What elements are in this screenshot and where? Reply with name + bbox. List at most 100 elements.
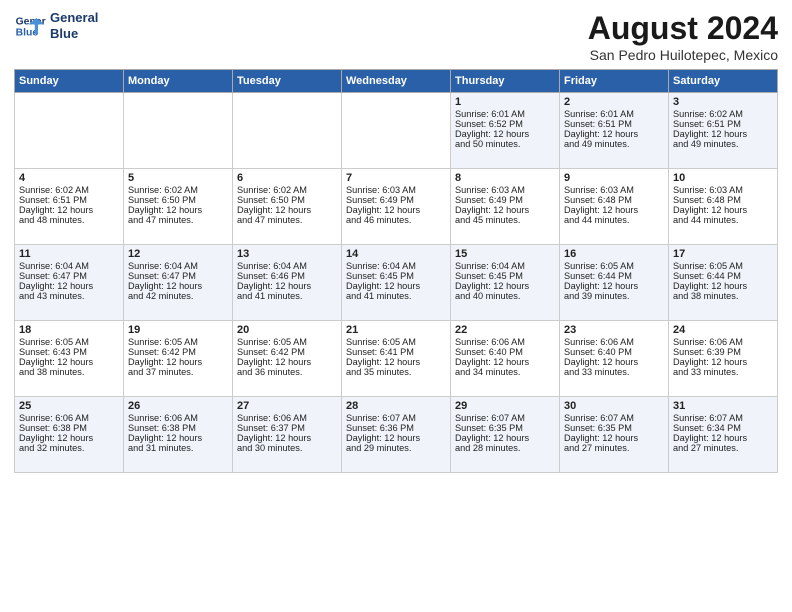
day-info: Sunset: 6:51 PM	[564, 119, 664, 129]
day-info: Sunrise: 6:06 AM	[237, 413, 337, 423]
day-number: 9	[564, 172, 664, 184]
day-info: Sunset: 6:42 PM	[128, 347, 228, 357]
day-info: Daylight: 12 hours	[128, 357, 228, 367]
day-info: and 40 minutes.	[455, 291, 555, 301]
day-info: and 49 minutes.	[673, 139, 773, 149]
col-header-saturday: Saturday	[669, 70, 778, 93]
day-info: Sunset: 6:44 PM	[673, 271, 773, 281]
day-info: Sunrise: 6:04 AM	[128, 261, 228, 271]
day-number: 27	[237, 400, 337, 412]
day-number: 6	[237, 172, 337, 184]
day-number: 7	[346, 172, 446, 184]
day-info: Sunrise: 6:07 AM	[564, 413, 664, 423]
day-info: Sunset: 6:42 PM	[237, 347, 337, 357]
day-number: 23	[564, 324, 664, 336]
day-info: Daylight: 12 hours	[346, 281, 446, 291]
calendar-cell	[342, 93, 451, 169]
day-info: Sunset: 6:50 PM	[237, 195, 337, 205]
day-info: Daylight: 12 hours	[673, 205, 773, 215]
day-info: Daylight: 12 hours	[455, 357, 555, 367]
day-info: Daylight: 12 hours	[237, 281, 337, 291]
col-header-wednesday: Wednesday	[342, 70, 451, 93]
day-info: Daylight: 12 hours	[237, 357, 337, 367]
day-info: Sunrise: 6:02 AM	[237, 185, 337, 195]
day-info: Daylight: 12 hours	[564, 357, 664, 367]
day-info: Sunrise: 6:06 AM	[455, 337, 555, 347]
day-number: 17	[673, 248, 773, 260]
day-info: Sunset: 6:50 PM	[128, 195, 228, 205]
day-info: Sunrise: 6:02 AM	[128, 185, 228, 195]
calendar-cell: 19Sunrise: 6:05 AMSunset: 6:42 PMDayligh…	[124, 321, 233, 397]
col-header-thursday: Thursday	[451, 70, 560, 93]
calendar-cell: 3Sunrise: 6:02 AMSunset: 6:51 PMDaylight…	[669, 93, 778, 169]
day-info: and 36 minutes.	[237, 367, 337, 377]
col-header-friday: Friday	[560, 70, 669, 93]
day-info: and 39 minutes.	[564, 291, 664, 301]
day-info: and 44 minutes.	[673, 215, 773, 225]
calendar-cell: 20Sunrise: 6:05 AMSunset: 6:42 PMDayligh…	[233, 321, 342, 397]
day-info: Daylight: 12 hours	[455, 205, 555, 215]
day-info: Daylight: 12 hours	[346, 357, 446, 367]
day-number: 14	[346, 248, 446, 260]
main-title: August 2024	[588, 10, 778, 47]
day-info: and 46 minutes.	[346, 215, 446, 225]
calendar-header-row: SundayMondayTuesdayWednesdayThursdayFrid…	[15, 70, 778, 93]
logo: General Blue General Blue	[14, 10, 98, 42]
day-info: and 44 minutes.	[564, 215, 664, 225]
calendar-cell: 14Sunrise: 6:04 AMSunset: 6:45 PMDayligh…	[342, 245, 451, 321]
day-info: Sunset: 6:45 PM	[346, 271, 446, 281]
day-number: 25	[19, 400, 119, 412]
day-number: 19	[128, 324, 228, 336]
calendar-cell: 24Sunrise: 6:06 AMSunset: 6:39 PMDayligh…	[669, 321, 778, 397]
day-info: Sunrise: 6:06 AM	[128, 413, 228, 423]
day-info: Sunrise: 6:02 AM	[19, 185, 119, 195]
calendar-cell: 17Sunrise: 6:05 AMSunset: 6:44 PMDayligh…	[669, 245, 778, 321]
day-info: and 48 minutes.	[19, 215, 119, 225]
day-info: Sunset: 6:48 PM	[564, 195, 664, 205]
calendar-cell: 13Sunrise: 6:04 AMSunset: 6:46 PMDayligh…	[233, 245, 342, 321]
calendar-cell: 30Sunrise: 6:07 AMSunset: 6:35 PMDayligh…	[560, 397, 669, 473]
calendar-cell: 7Sunrise: 6:03 AMSunset: 6:49 PMDaylight…	[342, 169, 451, 245]
day-info: and 41 minutes.	[237, 291, 337, 301]
page-header: General Blue General Blue August 2024 Sa…	[14, 10, 778, 63]
day-info: and 29 minutes.	[346, 443, 446, 453]
day-info: Sunset: 6:38 PM	[19, 423, 119, 433]
day-info: Daylight: 12 hours	[455, 129, 555, 139]
day-number: 26	[128, 400, 228, 412]
day-info: Sunset: 6:46 PM	[237, 271, 337, 281]
day-info: and 35 minutes.	[346, 367, 446, 377]
day-info: Daylight: 12 hours	[564, 281, 664, 291]
calendar-week-row: 1Sunrise: 6:01 AMSunset: 6:52 PMDaylight…	[15, 93, 778, 169]
calendar-cell	[124, 93, 233, 169]
day-info: and 33 minutes.	[673, 367, 773, 377]
calendar-table: SundayMondayTuesdayWednesdayThursdayFrid…	[14, 69, 778, 473]
calendar-cell: 27Sunrise: 6:06 AMSunset: 6:37 PMDayligh…	[233, 397, 342, 473]
day-number: 4	[19, 172, 119, 184]
day-info: Sunset: 6:34 PM	[673, 423, 773, 433]
day-info: Daylight: 12 hours	[673, 129, 773, 139]
day-number: 2	[564, 96, 664, 108]
day-info: and 28 minutes.	[455, 443, 555, 453]
day-info: Sunrise: 6:05 AM	[19, 337, 119, 347]
day-info: Daylight: 12 hours	[237, 433, 337, 443]
day-info: Daylight: 12 hours	[19, 357, 119, 367]
day-info: Daylight: 12 hours	[19, 433, 119, 443]
day-number: 30	[564, 400, 664, 412]
day-info: Sunrise: 6:05 AM	[237, 337, 337, 347]
day-number: 20	[237, 324, 337, 336]
calendar-cell: 4Sunrise: 6:02 AMSunset: 6:51 PMDaylight…	[15, 169, 124, 245]
day-info: Daylight: 12 hours	[128, 205, 228, 215]
calendar-cell: 23Sunrise: 6:06 AMSunset: 6:40 PMDayligh…	[560, 321, 669, 397]
day-number: 11	[19, 248, 119, 260]
day-info: Sunset: 6:35 PM	[564, 423, 664, 433]
calendar-cell: 2Sunrise: 6:01 AMSunset: 6:51 PMDaylight…	[560, 93, 669, 169]
calendar-week-row: 4Sunrise: 6:02 AMSunset: 6:51 PMDaylight…	[15, 169, 778, 245]
day-info: Sunrise: 6:03 AM	[564, 185, 664, 195]
day-info: Sunset: 6:35 PM	[455, 423, 555, 433]
calendar-week-row: 18Sunrise: 6:05 AMSunset: 6:43 PMDayligh…	[15, 321, 778, 397]
col-header-sunday: Sunday	[15, 70, 124, 93]
day-info: Sunrise: 6:04 AM	[237, 261, 337, 271]
day-info: Sunset: 6:51 PM	[19, 195, 119, 205]
calendar-cell: 31Sunrise: 6:07 AMSunset: 6:34 PMDayligh…	[669, 397, 778, 473]
day-info: Sunrise: 6:03 AM	[455, 185, 555, 195]
